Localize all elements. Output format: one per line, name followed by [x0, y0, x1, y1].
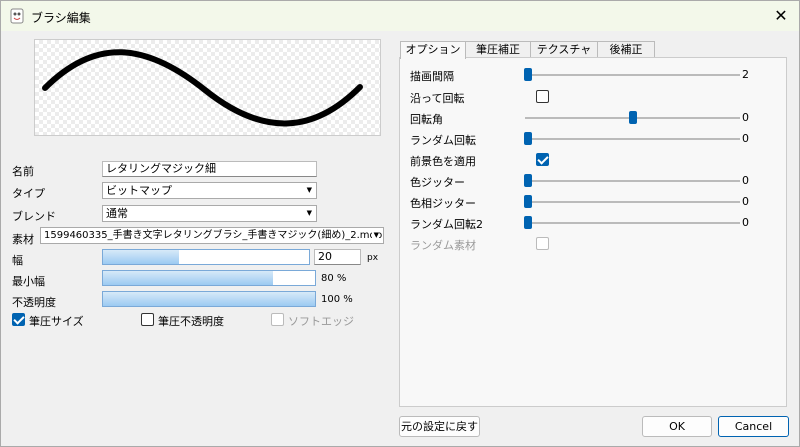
width-label: 幅 [12, 254, 23, 267]
close-icon[interactable]: ✕ [769, 4, 793, 28]
option-value: 0 [742, 195, 749, 208]
type-select-value: ビットマップ [106, 184, 172, 197]
width-unit: px [367, 253, 379, 263]
pressure-opacity-label: 筆圧不透明度 [158, 315, 224, 328]
pressure-size-checkbox[interactable] [12, 313, 25, 326]
option-label: 前景色を適用 [410, 155, 476, 168]
option-label: 色ジッター [410, 176, 465, 189]
type-select[interactable]: ビットマップ ▼ [102, 182, 317, 199]
chevron-down-icon: ▼ [371, 228, 379, 243]
blend-select-value: 通常 [106, 207, 128, 220]
option-slider-track[interactable] [525, 180, 740, 182]
option-slider-track[interactable] [525, 222, 740, 224]
brush-stroke-preview [42, 49, 363, 127]
option-value: 0 [742, 132, 749, 145]
option-value: 0 [742, 174, 749, 187]
options-panel [399, 57, 787, 407]
chevron-down-icon: ▼ [306, 186, 312, 194]
min-width-bar[interactable] [102, 270, 316, 286]
option-value: 2 [742, 68, 749, 81]
option-slider-thumb[interactable] [524, 132, 532, 145]
app-icon [10, 8, 24, 24]
pressure-size-label: 筆圧サイズ [29, 315, 84, 328]
material-label: 素材 [12, 233, 34, 246]
material-select[interactable]: 1599460335_手書き文字レタリングブラシ_手書きマジック(細め)_2.m… [40, 227, 384, 244]
opacity-label: 不透明度 [12, 296, 56, 309]
option-slider-thumb[interactable] [524, 216, 532, 229]
option-value: 0 [742, 216, 749, 229]
width-bar-fill [103, 250, 180, 264]
brush-edit-dialog: ブラシ編集 ✕ 名前 レタリングマジック細 タイプ ビットマップ ▼ ブレンド … [0, 0, 800, 447]
blend-select[interactable]: 通常 ▼ [102, 205, 317, 222]
option-checkbox[interactable] [536, 90, 549, 103]
tab-texture[interactable]: テクスチャ [530, 41, 598, 58]
material-select-value: 1599460335_手書き文字レタリングブラシ_手書きマジック(細め)_2.m… [44, 230, 383, 241]
option-slider-track[interactable] [525, 138, 740, 140]
type-label: タイプ [12, 187, 45, 200]
option-label: ランダム回転 [410, 134, 476, 147]
width-bar[interactable] [102, 249, 310, 265]
option-slider-thumb[interactable] [524, 174, 532, 187]
ok-button[interactable]: OK [642, 416, 712, 437]
name-field[interactable]: レタリングマジック細 [102, 161, 317, 177]
opacity-bar-fill [103, 292, 315, 306]
option-slider-thumb[interactable] [628, 111, 637, 124]
pressure-opacity-checkbox[interactable] [141, 313, 154, 326]
name-label: 名前 [12, 165, 34, 178]
width-value-field[interactable]: 20 [314, 249, 361, 265]
option-slider-thumb[interactable] [524, 195, 532, 208]
option-label: 回転角 [410, 113, 443, 126]
min-width-label: 最小幅 [12, 275, 45, 288]
tab-post-correction[interactable]: 後補正 [597, 41, 655, 58]
option-label: 色相ジッター [410, 197, 476, 210]
reset-button[interactable]: 元の設定に戻す [399, 416, 480, 437]
opacity-bar[interactable] [102, 291, 316, 307]
tab-pressure-correction[interactable]: 筆圧補正 [465, 41, 531, 58]
min-width-value: 80 % [321, 273, 347, 284]
option-slider-track[interactable] [525, 74, 740, 76]
tab-options[interactable]: オプション [400, 41, 466, 59]
min-width-bar-fill [103, 271, 273, 285]
option-label: 沿って回転 [410, 92, 465, 105]
cancel-button[interactable]: Cancel [718, 416, 789, 437]
option-slider-track[interactable] [525, 201, 740, 203]
option-label: ランダム回転2 [410, 218, 483, 231]
window-title: ブラシ編集 [31, 11, 91, 25]
blend-label: ブレンド [12, 210, 56, 223]
opacity-value: 100 % [321, 294, 353, 305]
option-checkbox[interactable] [536, 153, 549, 166]
option-value: 0 [742, 111, 749, 124]
option-checkbox[interactable] [536, 237, 549, 250]
option-label: ランダム素材 [410, 239, 476, 252]
soft-edge-label: ソフトエッジ [288, 315, 354, 328]
chevron-down-icon: ▼ [306, 209, 312, 217]
brush-preview [34, 39, 381, 136]
title-bar: ブラシ編集 ✕ [1, 1, 799, 31]
soft-edge-checkbox[interactable] [271, 313, 284, 326]
option-label: 描画間隔 [410, 70, 454, 83]
option-slider-thumb[interactable] [524, 68, 532, 81]
